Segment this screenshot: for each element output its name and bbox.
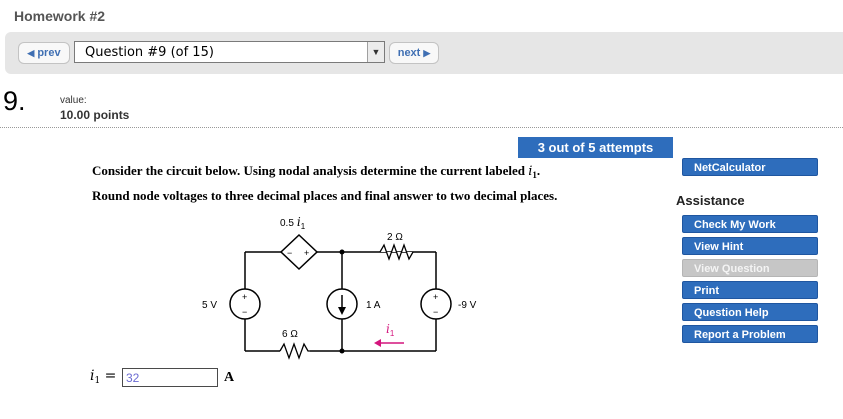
value-label: value: <box>60 95 87 106</box>
print-button[interactable]: Print <box>682 281 818 299</box>
report-problem-button[interactable]: Report a Problem <box>682 325 818 343</box>
dep-source-minus: − <box>287 248 292 258</box>
answer-sub: 1 <box>94 376 101 386</box>
i1-label: i1 <box>386 322 395 338</box>
dep-source-label: 0.5 i1 <box>280 215 306 231</box>
question-points: 10.00 points <box>60 108 130 122</box>
question-prompt-line2: Round node voltages to three decimal pla… <box>92 188 558 203</box>
prev-label: prev <box>37 47 61 59</box>
view-hint-button[interactable]: View Hint <box>682 237 818 255</box>
next-label: next <box>397 47 421 59</box>
question-number: 9. <box>3 86 26 116</box>
current-source-label: 1 A <box>366 300 381 311</box>
answer-label: i1 = <box>90 368 116 386</box>
view-question-button[interactable]: View Question <box>682 259 818 277</box>
resistor-bottom-icon <box>279 342 310 360</box>
r-bottom-label: 6 Ω <box>282 329 298 340</box>
question-help-button[interactable]: Question Help <box>682 303 818 321</box>
resistor-top-icon <box>379 243 414 261</box>
v-left-plus: + <box>242 292 247 302</box>
circuit-diagram: 0.5 i1 − + 2 Ω 6 Ω 5 V + − 1 A -9 V + − i… <box>202 215 477 360</box>
attempts-badge: 3 out of 5 attempts <box>518 137 673 158</box>
dep-source-plus: + <box>304 248 309 258</box>
prev-button[interactable]: ◀ prev <box>18 42 70 64</box>
question-select-value: Question #9 (of 15) <box>85 44 214 60</box>
assistance-title: Assistance <box>676 193 745 208</box>
question-nav-bar: ◀ prev Question #9 (of 15) ▼ next ▶ <box>5 32 843 74</box>
answer-equals: = <box>104 368 117 384</box>
homework-title: Homework #2 <box>14 8 106 24</box>
check-my-work-button[interactable]: Check My Work <box>682 215 818 233</box>
question-select[interactable]: Question #9 (of 15) ▼ <box>74 41 385 63</box>
r-top-label: 2 Ω <box>387 232 403 243</box>
answer-input[interactable] <box>122 368 218 387</box>
prompt-text: Consider the circuit below. Using nodal … <box>92 163 525 178</box>
v-left-label: 5 V <box>202 300 217 311</box>
netcalculator-button[interactable]: NetCalculator <box>682 158 818 176</box>
question-prompt-line1: Consider the circuit below. Using nodal … <box>92 163 540 180</box>
divider <box>0 127 843 128</box>
v-right-plus: + <box>433 292 438 302</box>
v-right-minus: − <box>433 307 438 317</box>
v-left-minus: − <box>242 307 247 317</box>
dropdown-arrow-icon[interactable]: ▼ <box>367 42 384 62</box>
prompt-end: . <box>536 163 541 178</box>
v-right-label: -9 V <box>458 300 477 311</box>
right-triangle-icon: ▶ <box>423 47 431 58</box>
next-button[interactable]: next ▶ <box>389 42 439 64</box>
left-triangle-icon: ◀ <box>27 47 35 58</box>
answer-unit: A <box>224 370 235 385</box>
